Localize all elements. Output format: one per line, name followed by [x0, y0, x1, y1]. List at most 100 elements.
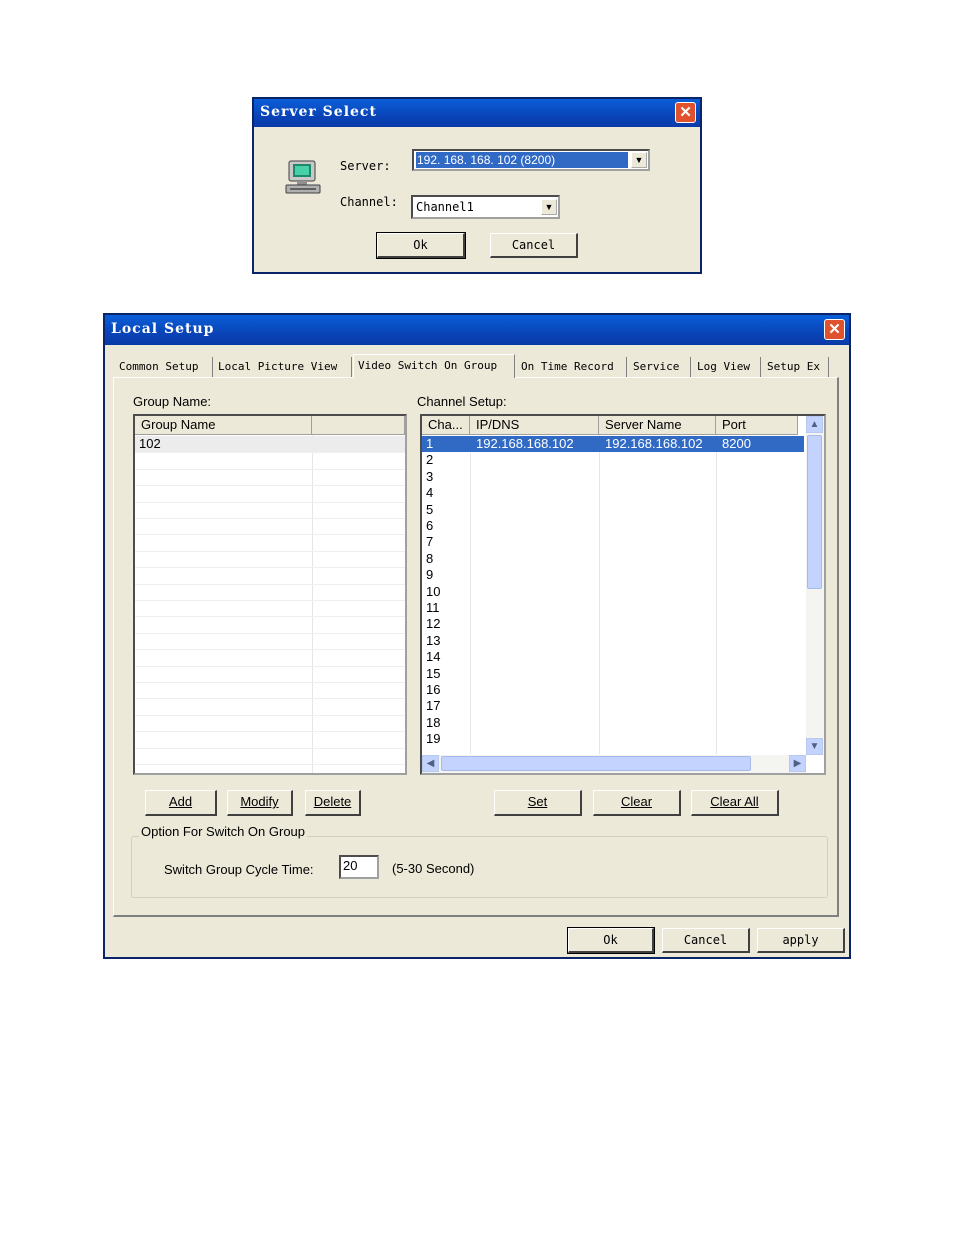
- clear-button[interactable]: Clear: [593, 790, 681, 816]
- channel-cell: 3: [426, 468, 434, 484]
- group-list[interactable]: Group Name 102: [133, 414, 407, 775]
- horizontal-scrollbar[interactable]: ◀ ▶: [422, 755, 806, 773]
- channel-list[interactable]: Cha... IP/DNS Server Name Port 1 192.168…: [420, 414, 826, 775]
- row-divider: [135, 567, 405, 569]
- channel-cell: 14: [426, 649, 441, 665]
- server-name-cell: 192.168.168.102: [599, 436, 716, 452]
- table-row[interactable]: 10: [422, 584, 804, 600]
- table-row[interactable]: 3: [422, 469, 804, 485]
- local-setup-title: Local Setup: [111, 321, 215, 337]
- channel-combo-value: Channel1: [416, 200, 474, 214]
- ok-button[interactable]: Ok: [376, 232, 466, 259]
- tab-service[interactable]: Service: [629, 357, 691, 377]
- cancel-button[interactable]: Cancel: [490, 233, 578, 258]
- ok-button[interactable]: Ok: [567, 927, 655, 954]
- close-icon[interactable]: ✕: [824, 319, 845, 340]
- group-name-cell: 102: [139, 436, 161, 451]
- table-row[interactable]: 11: [422, 600, 804, 616]
- channel-cell: 11: [426, 600, 440, 615]
- channel-cell: 2: [426, 452, 434, 468]
- scroll-up-icon[interactable]: ▲: [806, 416, 823, 433]
- ip-dns-cell: 192.168.168.102: [470, 436, 599, 452]
- tab-video-switch-on-group[interactable]: Video Switch On Group: [353, 354, 515, 378]
- list-item[interactable]: 102: [135, 436, 405, 453]
- tab-local-picture-view[interactable]: Local Picture View: [214, 357, 352, 377]
- local-setup-titlebar[interactable]: Local Setup ✕: [105, 315, 849, 345]
- server-select-dialog: Server Select ✕ Server: 192. 168. 168. 1…: [252, 97, 702, 274]
- channel-cell: 1: [422, 435, 471, 453]
- server-select-titlebar[interactable]: Server Select ✕: [254, 99, 700, 127]
- row-divider: [135, 534, 405, 536]
- cycle-time-input[interactable]: 20: [339, 855, 379, 879]
- table-row[interactable]: 16: [422, 682, 804, 698]
- table-row[interactable]: 13: [422, 633, 804, 649]
- table-row[interactable]: 12: [422, 616, 804, 632]
- chevron-down-icon[interactable]: ▼: [541, 199, 557, 215]
- row-divider: [135, 616, 405, 618]
- row-divider: [135, 583, 405, 585]
- server-label: Server:: [340, 159, 391, 173]
- row-divider: [135, 649, 405, 651]
- table-row[interactable]: 14: [422, 649, 804, 665]
- tab-common-setup[interactable]: Common Setup: [115, 357, 213, 377]
- delete-button[interactable]: Delete: [305, 790, 361, 816]
- add-button[interactable]: Add: [145, 790, 217, 816]
- scroll-left-icon[interactable]: ◀: [422, 755, 439, 772]
- scroll-down-icon[interactable]: ▼: [806, 738, 823, 755]
- table-row[interactable]: 15: [422, 666, 804, 682]
- modify-button[interactable]: Modify: [227, 790, 293, 816]
- row-divider: [135, 714, 405, 716]
- scroll-right-icon[interactable]: ▶: [789, 755, 806, 772]
- channel-cell: 19: [426, 731, 441, 747]
- ip-dns-column-header[interactable]: IP/DNS: [470, 416, 599, 435]
- computer-icon: [284, 159, 324, 197]
- cycle-time-label: Switch Group Cycle Time:: [164, 862, 314, 877]
- channel-cell: 7: [426, 534, 434, 550]
- row-divider: [135, 468, 405, 470]
- close-icon[interactable]: ✕: [675, 102, 696, 123]
- apply-button[interactable]: apply: [757, 928, 845, 953]
- clear-all-button[interactable]: Clear All: [691, 790, 779, 816]
- table-row[interactable]: 8: [422, 551, 804, 567]
- channel-cell: 10: [426, 583, 441, 599]
- table-row[interactable]: 9: [422, 567, 804, 583]
- table-row[interactable]: 6: [422, 518, 804, 534]
- row-divider: [135, 550, 405, 552]
- chevron-down-icon[interactable]: ▼: [631, 152, 647, 168]
- row-divider: [135, 600, 405, 601]
- set-button[interactable]: Set: [494, 790, 582, 816]
- row-divider: [135, 452, 405, 454]
- table-row[interactable]: 17: [422, 698, 804, 714]
- row-divider: [135, 485, 405, 487]
- vertical-scroll-thumb[interactable]: [807, 435, 822, 589]
- port-column-header[interactable]: Port: [716, 416, 798, 435]
- table-row[interactable]: 2: [422, 452, 804, 468]
- tab-on-time-record[interactable]: On Time Record: [517, 357, 627, 377]
- table-row[interactable]: 1 192.168.168.102 192.168.168.102 8200: [422, 435, 804, 453]
- channel-cell: 13: [426, 632, 441, 648]
- tab-setup-ex[interactable]: Setup Ex: [763, 357, 829, 377]
- table-row[interactable]: 4: [422, 485, 804, 501]
- row-divider: [135, 764, 405, 765]
- server-name-column-header[interactable]: Server Name: [599, 416, 716, 435]
- channel-column-header[interactable]: Cha...: [422, 416, 470, 435]
- cancel-button[interactable]: Cancel: [662, 928, 750, 953]
- horizontal-scroll-thumb[interactable]: [441, 756, 751, 771]
- vertical-scrollbar[interactable]: ▲ ▼: [806, 416, 824, 755]
- tab-log-view[interactable]: Log View: [693, 357, 761, 377]
- group-name-column-header[interactable]: Group Name: [135, 416, 312, 435]
- group-extra-column-header[interactable]: [312, 416, 405, 435]
- table-row[interactable]: 18: [422, 715, 804, 731]
- table-row[interactable]: 7: [422, 534, 804, 550]
- option-group-title: Option For Switch On Group: [139, 824, 308, 839]
- local-setup-dialog: Local Setup ✕ Common Setup Local Picture…: [103, 313, 851, 959]
- channel-cell: 4: [426, 485, 434, 501]
- table-row[interactable]: 5: [422, 502, 804, 518]
- row-divider: [135, 518, 405, 519]
- channel-combo[interactable]: Channel1 ▼: [411, 195, 560, 219]
- row-divider: [135, 682, 405, 683]
- row-divider: [135, 632, 405, 634]
- channel-cell: 16: [426, 682, 441, 697]
- server-combo[interactable]: 192. 168. 168. 102 (8200) ▼: [412, 149, 650, 171]
- table-row[interactable]: 19: [422, 731, 804, 747]
